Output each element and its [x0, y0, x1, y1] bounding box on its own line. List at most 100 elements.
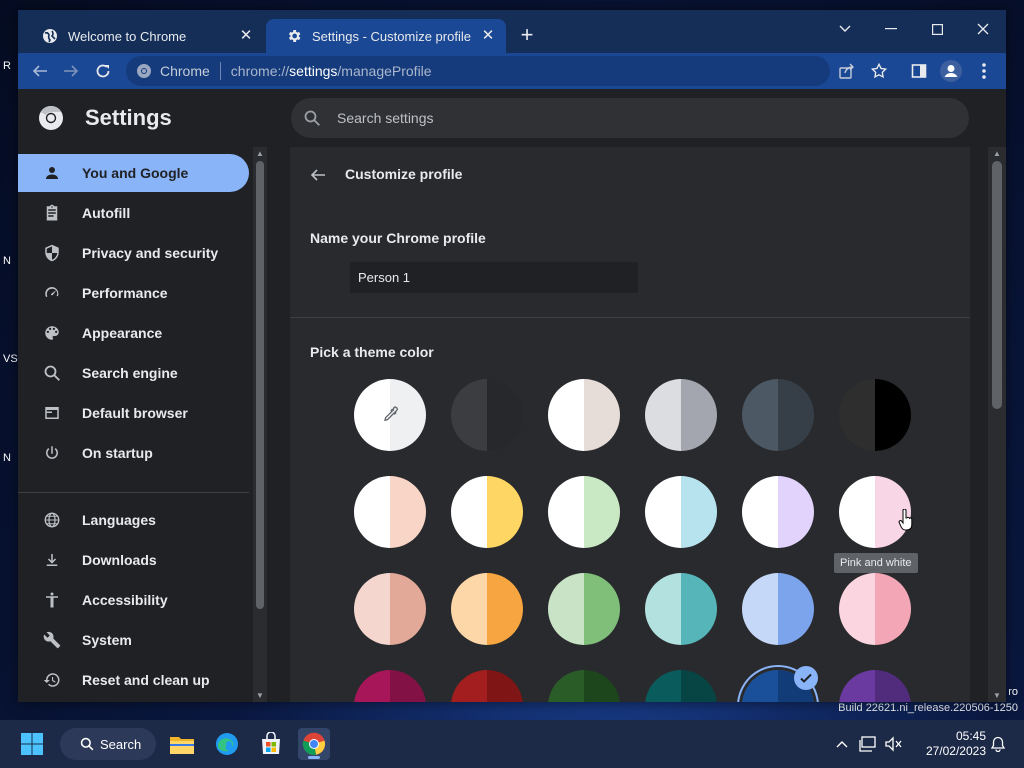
theme-color-swatch[interactable] — [645, 379, 717, 451]
sidebar-item-downloads[interactable]: Downloads — [18, 541, 249, 579]
theme-color-swatch[interactable] — [548, 670, 620, 702]
sidebar-item-performance[interactable]: Performance — [18, 274, 249, 312]
tab-welcome[interactable]: Welcome to Chrome ✕ — [22, 19, 264, 53]
tab-strip: Welcome to Chrome ✕ Settings - Customize… — [18, 10, 1006, 53]
profile-name-input[interactable] — [350, 262, 638, 293]
theme-color-swatch[interactable] — [548, 379, 620, 451]
theme-color-swatch[interactable] — [451, 573, 523, 645]
edge-browser-icon[interactable] — [211, 728, 243, 760]
sidebar-scrollbar-thumb[interactable] — [256, 161, 264, 609]
clipboard-icon — [42, 203, 62, 223]
side-panel-icon[interactable] — [907, 59, 931, 83]
scroll-down-arrow-icon[interactable]: ▼ — [993, 691, 1001, 700]
swatch-left-half — [645, 573, 681, 645]
theme-color-swatch[interactable] — [839, 670, 911, 702]
sidebar-item-you-and-google[interactable]: You and Google — [18, 154, 249, 192]
theme-color-swatch[interactable] — [354, 379, 426, 451]
theme-color-swatch[interactable] — [839, 379, 911, 451]
swatch-left-half — [839, 670, 875, 702]
taskbar-search-label: Search — [100, 736, 142, 752]
theme-color-swatch[interactable] — [451, 670, 523, 702]
taskbar-search-button[interactable]: Search — [60, 728, 156, 760]
file-explorer-icon[interactable] — [166, 728, 198, 760]
network-icon[interactable] — [858, 734, 878, 754]
settings-title: Settings — [85, 105, 172, 130]
swatch-right-half — [487, 476, 523, 548]
sidebar-item-search-engine[interactable]: Search engine — [18, 354, 249, 392]
kebab-menu-icon[interactable] — [972, 59, 996, 83]
sidebar-item-privacy-and-security[interactable]: Privacy and security — [18, 234, 249, 272]
theme-color-swatch[interactable] — [354, 670, 426, 702]
swatch-left-half — [354, 573, 390, 645]
desktop-text-fragment: ro — [1008, 686, 1018, 698]
theme-color-swatch[interactable] — [742, 573, 814, 645]
forward-arrow-icon[interactable] — [59, 59, 83, 83]
swatch-right-half — [681, 379, 717, 451]
settings-search-input[interactable] — [335, 109, 939, 127]
theme-color-swatch[interactable] — [742, 379, 814, 451]
settings-header: Settings — [18, 89, 1006, 147]
tab-search-chevron-icon[interactable] — [832, 18, 858, 40]
theme-color-swatch[interactable] — [839, 573, 911, 645]
theme-color-swatch[interactable] — [451, 379, 523, 451]
sidebar-item-label: Downloads — [82, 552, 157, 568]
reload-icon[interactable] — [91, 59, 115, 83]
theme-color-swatch[interactable] — [645, 476, 717, 548]
windows-build-watermark: Build 22621.ni_release.220506-1250 — [838, 702, 1018, 714]
desktop-text-fragment: N — [3, 255, 11, 267]
theme-color-swatch[interactable] — [548, 476, 620, 548]
site-info[interactable]: Chrome — [136, 63, 210, 79]
back-arrow-icon[interactable] — [28, 59, 52, 83]
volume-muted-icon[interactable] — [884, 734, 904, 754]
close-tab-icon[interactable]: ✕ — [480, 28, 496, 44]
sidebar-item-accessibility[interactable]: Accessibility — [18, 581, 249, 619]
sidebar-item-languages[interactable]: Languages — [18, 501, 249, 539]
new-tab-button[interactable]: + — [516, 24, 538, 47]
wrench-icon — [42, 630, 62, 650]
theme-color-swatch[interactable] — [645, 670, 717, 702]
scroll-down-arrow-icon[interactable]: ▼ — [256, 691, 264, 700]
microsoft-store-icon[interactable] — [255, 728, 287, 760]
profile-avatar-icon[interactable] — [939, 59, 963, 83]
theme-color-swatch[interactable] — [645, 573, 717, 645]
sidebar-item-appearance[interactable]: Appearance — [18, 314, 249, 352]
tab-settings[interactable]: Settings - Customize profile ✕ — [266, 19, 506, 53]
sidebar-scrollbar[interactable]: ▲ ▼ — [253, 147, 267, 702]
main-scrollbar[interactable]: ▲ ▼ — [988, 147, 1006, 702]
minimize-icon[interactable] — [878, 18, 904, 40]
share-icon[interactable] — [835, 59, 859, 83]
scroll-up-arrow-icon[interactable]: ▲ — [256, 149, 264, 158]
theme-color-swatch[interactable] — [548, 573, 620, 645]
chrome-taskbar-icon[interactable] — [298, 728, 330, 760]
taskbar-clock[interactable]: 05:45 27/02/2023 — [910, 729, 986, 759]
chrome-logo-icon — [136, 63, 152, 79]
chevron-up-icon[interactable] — [832, 734, 852, 754]
theme-color-swatch[interactable] — [354, 476, 426, 548]
swatch-left-half — [839, 379, 875, 451]
swatch-left-half — [645, 379, 681, 451]
bookmark-star-icon[interactable] — [867, 59, 891, 83]
tab-title: Welcome to Chrome — [68, 28, 187, 44]
theme-color-swatch[interactable] — [742, 476, 814, 548]
notification-bell-icon[interactable] — [988, 734, 1008, 754]
theme-color-swatch[interactable] — [354, 573, 426, 645]
swatch-left-half — [548, 476, 584, 548]
main-scrollbar-thumb[interactable] — [992, 161, 1002, 409]
close-window-icon[interactable] — [970, 18, 996, 40]
back-arrow-icon[interactable] — [308, 165, 328, 185]
windows-start-icon[interactable] — [16, 728, 48, 760]
sidebar-item-reset-and-clean-up[interactable]: Reset and clean up — [18, 661, 249, 699]
swatch-left-half — [742, 670, 778, 702]
settings-search-box[interactable] — [291, 98, 969, 138]
search-icon — [80, 737, 94, 751]
close-tab-icon[interactable]: ✕ — [238, 28, 254, 44]
swatch-right-half — [584, 476, 620, 548]
maximize-icon[interactable] — [924, 18, 950, 40]
theme-color-swatch[interactable] — [451, 476, 523, 548]
sidebar-item-autofill[interactable]: Autofill — [18, 194, 249, 232]
sidebar-item-default-browser[interactable]: Default browser — [18, 394, 249, 432]
scroll-up-arrow-icon[interactable]: ▲ — [993, 149, 1001, 158]
sidebar-item-system[interactable]: System — [18, 621, 249, 659]
sidebar-item-on-startup[interactable]: On startup — [18, 434, 249, 472]
address-bar[interactable]: Chrome chrome://settings/manageProfile — [126, 56, 830, 86]
